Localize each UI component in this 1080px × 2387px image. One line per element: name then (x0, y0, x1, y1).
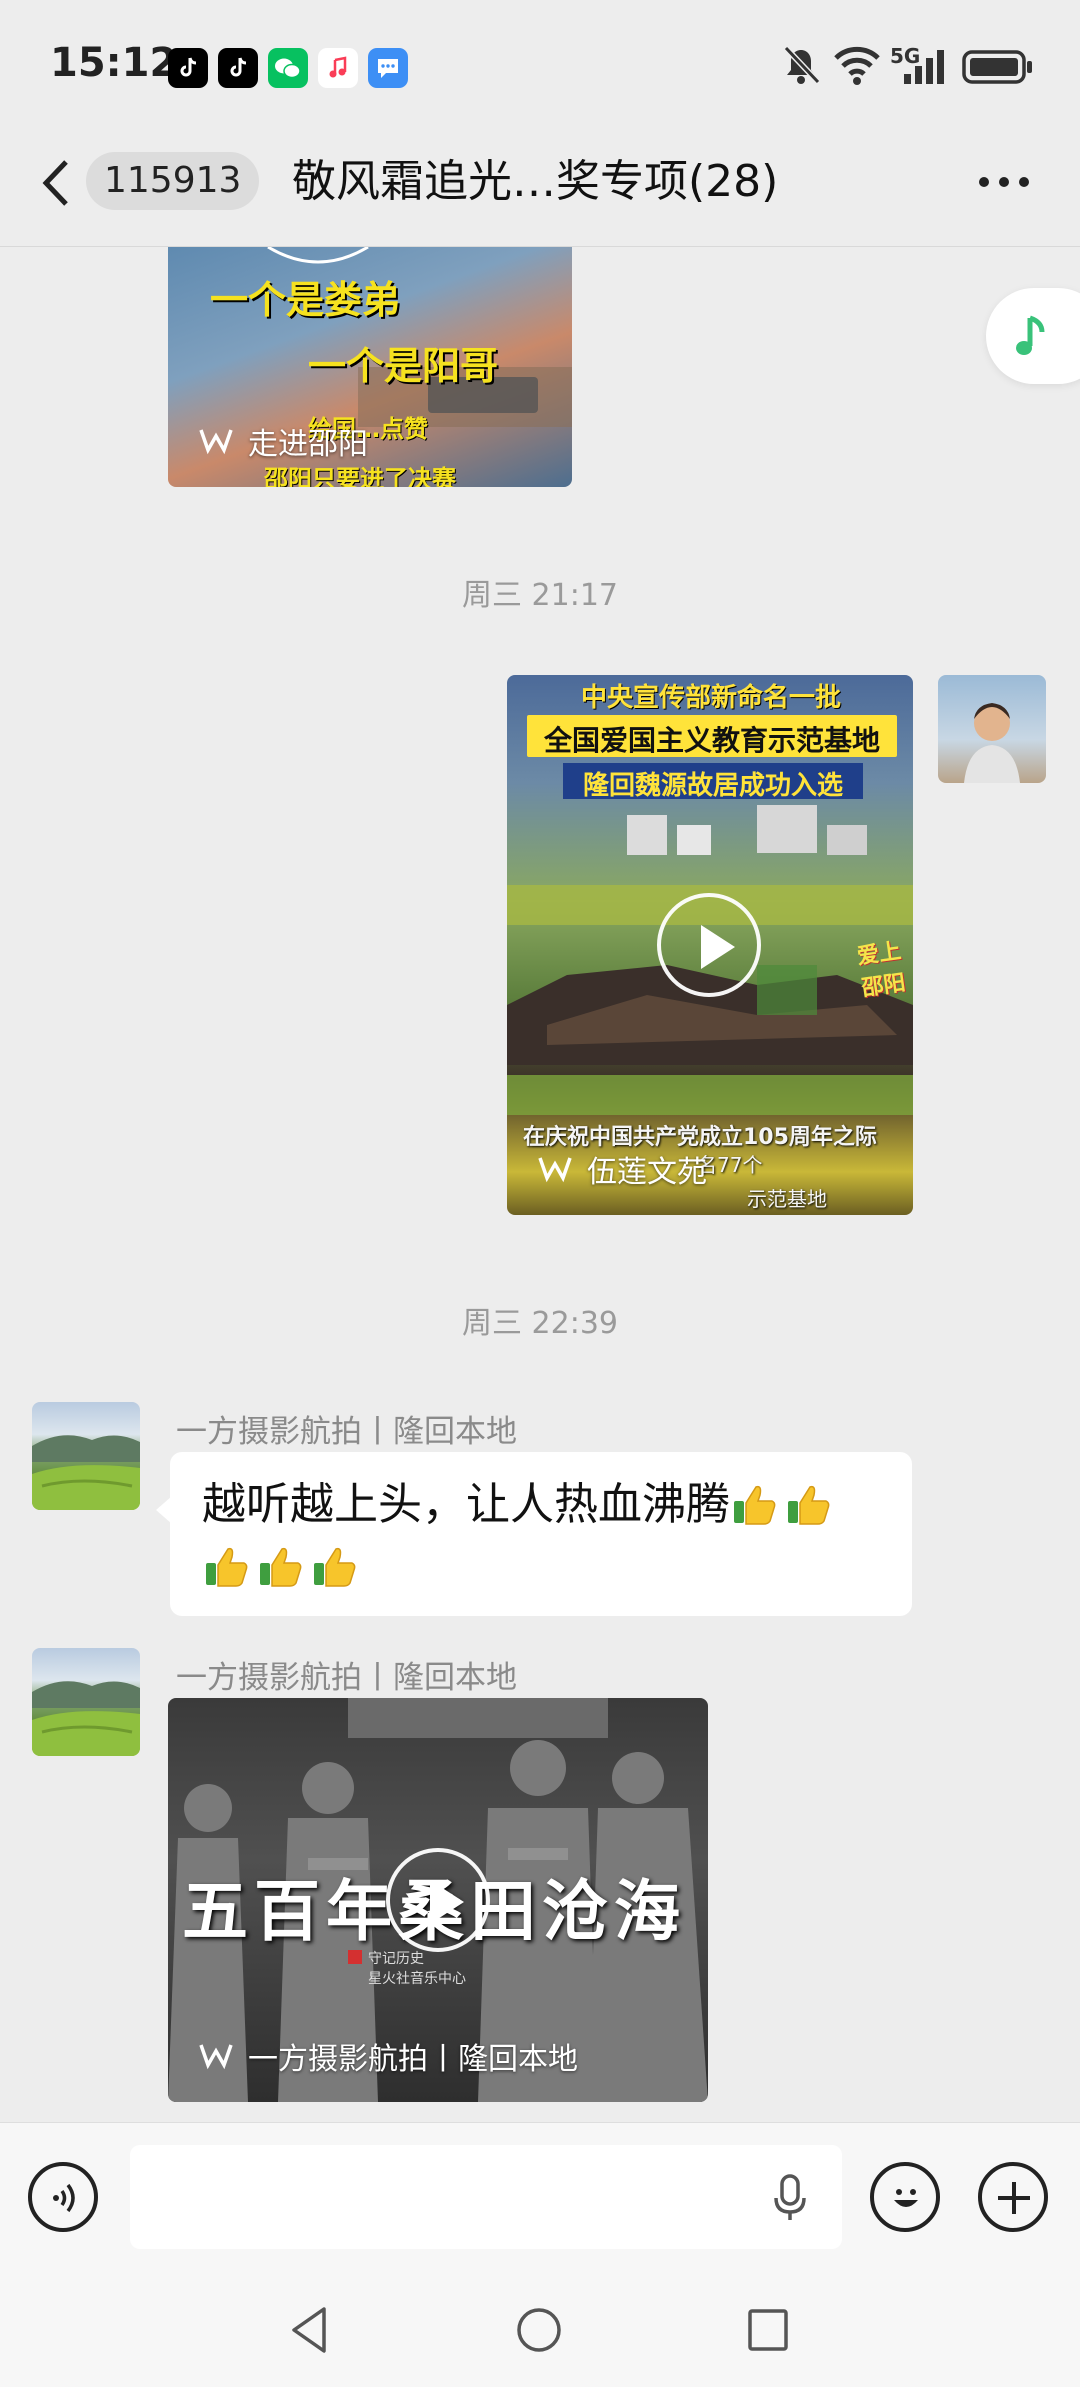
wechat-icon (268, 48, 308, 88)
emoji-button[interactable] (870, 2162, 940, 2232)
wifi-icon (832, 44, 882, 92)
overlay-text: 隆回魏源故居成功入选 (582, 771, 843, 801)
avatar-photo (32, 1435, 140, 1510)
overlay-text: 爱上邵阳 (855, 938, 908, 1002)
mute-icon (780, 44, 822, 92)
overlay-text: 星火社音乐中心 (368, 1971, 466, 1987)
avatar-photo (964, 703, 1020, 783)
microphone-button[interactable] (770, 2172, 810, 2228)
more-functions-button[interactable] (978, 2162, 1048, 2232)
tiktok-icon (168, 48, 208, 88)
video-source: 一方摄影航拍丨隆回本地 (198, 2034, 578, 2078)
thumbs-up-icon (784, 1481, 832, 1527)
thumbs-up-icon (730, 1481, 778, 1527)
video-source-name: 伍莲文苑 (587, 1155, 707, 1190)
message-text: 越听越上头，让人热血沸腾 (202, 1479, 730, 1530)
triangle-back-icon (292, 2307, 326, 2353)
tiktok-icon (218, 48, 258, 88)
more-dots-icon (979, 177, 1029, 187)
overlay-text: 守记历史 (368, 1951, 424, 1967)
overlay-text: 中央宣传部新命名一批 (580, 683, 841, 713)
battery-icon (962, 50, 1034, 88)
message-icon (368, 48, 408, 88)
chevron-left-icon (42, 160, 68, 206)
sender-avatar[interactable] (32, 1648, 140, 1756)
circle-home-icon (517, 2308, 561, 2352)
channels-icon (199, 429, 233, 455)
overlay-text: 一个是娄弟 (210, 278, 401, 322)
timestamp: 周三 21:17 (462, 578, 618, 613)
message-bubble[interactable]: 越听越上头，让人热血沸腾 (156, 1452, 912, 1616)
sender-name: 一方摄影航拍丨隆回本地 (176, 1660, 517, 1696)
avatar-photo (32, 1681, 140, 1756)
plus-icon (998, 2182, 1030, 2214)
microphone-icon (774, 2174, 806, 2220)
sender-avatar[interactable] (32, 1402, 140, 1510)
system-back-button[interactable] (286, 2305, 334, 2359)
square-recents-icon (748, 2309, 788, 2351)
voice-toggle-button[interactable] (28, 2162, 98, 2232)
overlay-text: 邵阳只要进了决赛 (264, 465, 456, 487)
status-time: 15:12 (50, 40, 178, 86)
video-source-name: 走进邵阳 (248, 427, 368, 462)
thumbs-up-icon (256, 1543, 304, 1589)
overlay-text: 一个是阳哥 (308, 344, 499, 388)
channels-icon (538, 1157, 572, 1183)
play-icon (386, 1848, 490, 1952)
more-button[interactable] (972, 160, 1036, 204)
message-input[interactable] (130, 2145, 842, 2249)
video-card[interactable]: 中央宣传部新命名一批 全国爱国主义教育示范基地 隆回魏源故居成功入选 爱上邵阳 … (507, 675, 913, 1215)
video-source-name: 一方摄影航拍丨隆回本地 (248, 2042, 578, 2077)
system-home-button[interactable] (514, 2305, 564, 2359)
unread-count-badge[interactable]: 115913 (86, 152, 260, 210)
video-card[interactable]: 五百年桑田沧海 守记历史 星火社音乐中心 一方摄影航拍丨隆回本地 (168, 1698, 708, 2102)
back-button[interactable] (38, 158, 78, 208)
system-recents-button[interactable] (744, 2305, 792, 2359)
music-note-icon (1016, 315, 1045, 355)
channels-icon (199, 2044, 233, 2070)
overlay-text: 示范基地 (747, 1187, 827, 1211)
video-source: 伍莲文苑 (537, 1147, 707, 1191)
timestamp: 周三 22:39 (462, 1306, 618, 1341)
signal-icon (900, 44, 948, 92)
video-source: 走进邵阳 (198, 419, 368, 463)
sender-name: 一方摄影航拍丨隆回本地 (176, 1414, 517, 1450)
floating-music-button[interactable] (986, 288, 1080, 384)
play-icon (657, 893, 761, 997)
video-card[interactable]: 一个是娄弟 一个是阳哥 给国…点赞 邵阳只要进了决赛 走进邵阳 (168, 247, 572, 487)
thumbs-up-icon (202, 1543, 250, 1589)
my-avatar[interactable] (938, 675, 1046, 783)
thumbs-up-icon (310, 1543, 358, 1589)
chat-title: 敬风霜追光…奖专项(28) (292, 156, 779, 207)
overlay-text: 全国爱国主义教育示范基地 (543, 724, 880, 757)
voice-icon (53, 2183, 75, 2213)
smiley-icon (894, 2189, 918, 2207)
music-icon (318, 48, 358, 88)
message-text-row: 越听越上头，让人热血沸腾 (202, 1474, 892, 1598)
